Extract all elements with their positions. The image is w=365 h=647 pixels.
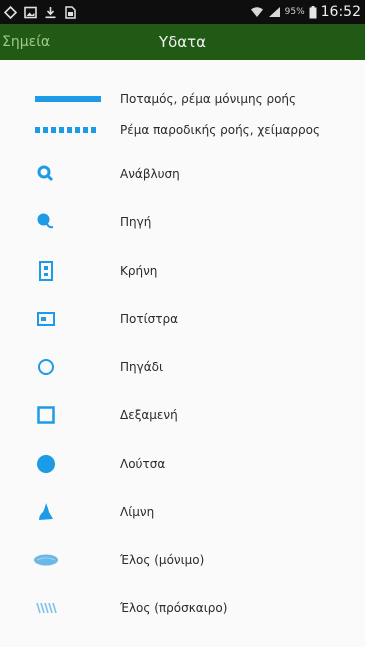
- diamond-notification-icon: [4, 5, 17, 19]
- tab-previous-points[interactable]: Σημεία: [2, 24, 50, 60]
- download-notification-icon: [45, 6, 56, 18]
- app-bar: Υδατα Σημεία: [0, 24, 365, 60]
- gallery-notification-icon: [24, 6, 37, 18]
- legend-label: Ανάβλυση: [120, 167, 180, 181]
- spring-upwelling-icon: [11, 159, 81, 189]
- legend-label: Λίμνη: [120, 505, 155, 519]
- legend-label: Λούτσα: [120, 457, 166, 471]
- legend-item: Πηγάδι: [0, 352, 365, 382]
- reservoir-icon: [11, 400, 81, 430]
- legend-item: Λίμνη: [0, 497, 365, 527]
- wifi-icon: [250, 7, 263, 17]
- fountain-icon: [11, 256, 81, 286]
- signal-icon: [268, 7, 280, 17]
- legend-label: Έλος (πρόσκαιρο): [120, 601, 228, 615]
- legend-item: Ρέμα παροδικής ροής, χείμαρρος: [0, 115, 365, 145]
- battery-icon: [309, 5, 317, 18]
- legend-item: Ανάβλυση: [0, 159, 365, 189]
- legend-item: Πηγή: [0, 207, 365, 237]
- pond-icon: [11, 449, 81, 479]
- legend-label: Πηγή: [120, 215, 152, 229]
- lake-icon: [11, 497, 81, 527]
- status-bar: 95% 16:52: [0, 0, 365, 24]
- legend-label: Ποταμός, ρέμα μόνιμης ροής: [120, 92, 297, 106]
- legend-item: Έλος (πρόσκαιρο): [0, 593, 365, 623]
- legend-label: Πηγάδι: [120, 360, 164, 374]
- tab-current-waters[interactable]: Υδατα: [0, 24, 365, 60]
- legend-label: Κρήνη: [120, 264, 158, 278]
- legend-label: Ποτίστρα: [120, 312, 179, 326]
- legend-item: Ποτίστρα: [0, 304, 365, 334]
- well-icon: [11, 352, 81, 382]
- legend-item: Δεξαμενή: [0, 400, 365, 430]
- dashed-line-icon: [33, 115, 103, 145]
- legend-item: Λούτσα: [0, 449, 365, 479]
- legend-label: Έλος (μόνιμο): [120, 553, 205, 567]
- spring-source-icon: [11, 207, 81, 237]
- legend-item: Κρήνη: [0, 256, 365, 286]
- battery-percent: 95%: [284, 7, 305, 17]
- permanent-marsh-icon: [11, 545, 81, 575]
- legend-item: Ποταμός, ρέμα μόνιμης ροής: [0, 84, 365, 114]
- clock: 16:52: [320, 4, 361, 20]
- solid-line-icon: [33, 84, 103, 114]
- legend-item: Έλος (μόνιμο): [0, 545, 365, 575]
- legend-label: Δεξαμενή: [120, 408, 178, 422]
- legend-label: Ρέμα παροδικής ροής, χείμαρρος: [120, 123, 320, 137]
- file-notification-icon: [65, 5, 76, 19]
- seasonal-marsh-icon: [11, 593, 81, 623]
- water-trough-icon: [11, 304, 81, 334]
